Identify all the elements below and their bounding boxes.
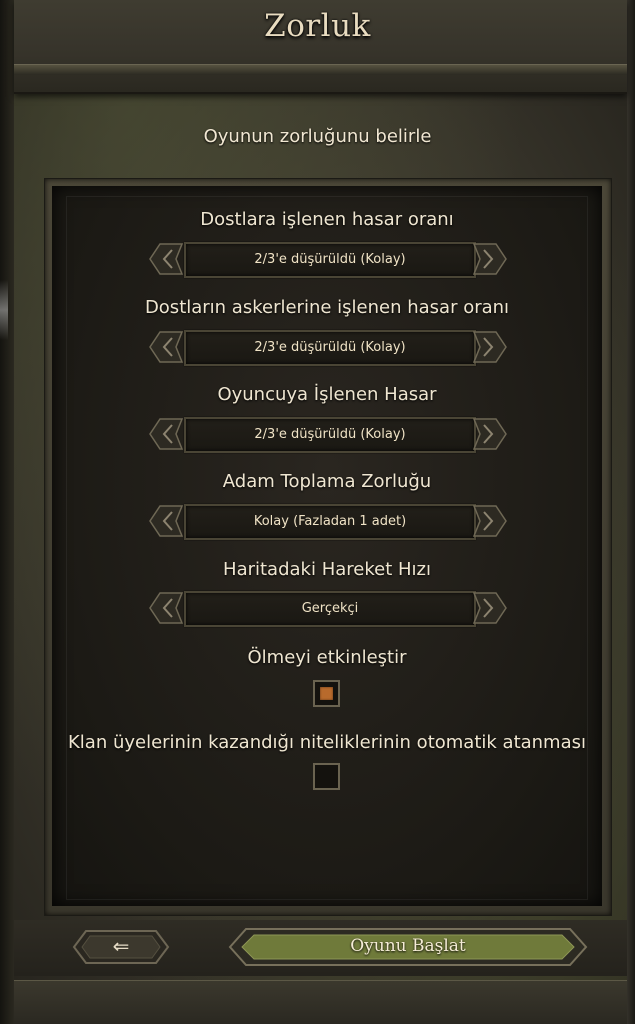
next-option-button[interactable] <box>472 502 510 540</box>
chevron-left-icon <box>149 592 184 624</box>
left-edge-decoration <box>0 0 14 1024</box>
auto-assign-attributes-checkbox[interactable] <box>313 763 340 790</box>
selector-recruitment-difficulty: Kolay (Fazladan 1 adet) <box>146 500 510 542</box>
checkbox-checked-indicator <box>320 687 333 700</box>
previous-option-button[interactable] <box>146 328 184 366</box>
chevron-right-icon <box>472 592 507 624</box>
selector-friendly-troop-damage: 2/3'e düşürüldü (Kolay) <box>146 326 510 368</box>
setting-label-friendly-damage: Dostlara işlenen hasar oranı <box>200 209 454 230</box>
setting-label-recruitment-difficulty: Adam Toplama Zorluğu <box>222 471 432 492</box>
chevron-right-icon <box>472 418 507 450</box>
start-game-label: Oyunu Başlat <box>350 936 466 956</box>
chevron-left-icon <box>149 243 184 275</box>
page-title: Zorluk <box>264 8 371 44</box>
previous-option-button[interactable] <box>146 589 184 627</box>
chevron-left-icon <box>149 505 184 537</box>
page-subtitle: Oyunun zorluğunu belirle <box>203 126 432 147</box>
next-option-button[interactable] <box>472 415 510 453</box>
chevron-left-icon <box>149 418 184 450</box>
selector-player-damage: 2/3'e düşürüldü (Kolay) <box>146 413 510 455</box>
previous-option-button[interactable] <box>146 502 184 540</box>
side-weapon-glint <box>0 280 8 340</box>
chevron-right-icon <box>472 243 507 275</box>
footer-ridge <box>14 980 627 1024</box>
chevron-right-icon <box>472 331 507 363</box>
setting-value-friendly-damage: 2/3'e düşürüldü (Kolay) <box>184 242 476 278</box>
chevron-right-icon <box>472 505 507 537</box>
selector-map-movement-speed: Gerçekçi <box>146 587 510 629</box>
difficulty-screen: Zorluk Oyunun zorluğunu belirle Dostlara… <box>0 0 635 1024</box>
start-game-button[interactable]: Oyunu Başlat <box>228 926 588 968</box>
next-option-button[interactable] <box>472 328 510 366</box>
previous-option-button[interactable] <box>146 415 184 453</box>
setting-value-map-movement-speed: Gerçekçi <box>184 591 476 627</box>
right-edge-decoration <box>627 0 635 1024</box>
header-ridge <box>14 64 627 75</box>
setting-value-recruitment-difficulty: Kolay (Fazladan 1 adet) <box>184 504 476 540</box>
previous-option-button[interactable] <box>146 240 184 278</box>
left-arrow-icon: ⇐ <box>112 934 130 958</box>
checkbox-label-auto-assign-attributes: Klan üyelerinin kazandığı niteliklerinin… <box>67 732 587 753</box>
chevron-left-icon <box>149 331 184 363</box>
setting-label-friendly-troop-damage: Dostların askerlerine işlenen hasar oran… <box>144 297 510 318</box>
checkbox-label-enable-death: Ölmeyi etkinleştir <box>247 647 407 668</box>
setting-label-player-damage: Oyuncuya İşlenen Hasar <box>217 384 437 405</box>
next-option-button[interactable] <box>472 589 510 627</box>
setting-value-player-damage: 2/3'e düşürüldü (Kolay) <box>184 417 476 453</box>
next-option-button[interactable] <box>472 240 510 278</box>
enable-death-checkbox[interactable] <box>313 680 340 707</box>
back-button[interactable]: ⇐ <box>72 928 170 966</box>
setting-value-friendly-troop-damage: 2/3'e düşürüldü (Kolay) <box>184 330 476 366</box>
setting-label-map-movement-speed: Haritadaki Hareket Hızı <box>223 559 431 580</box>
selector-friendly-damage: 2/3'e düşürüldü (Kolay) <box>146 238 510 280</box>
